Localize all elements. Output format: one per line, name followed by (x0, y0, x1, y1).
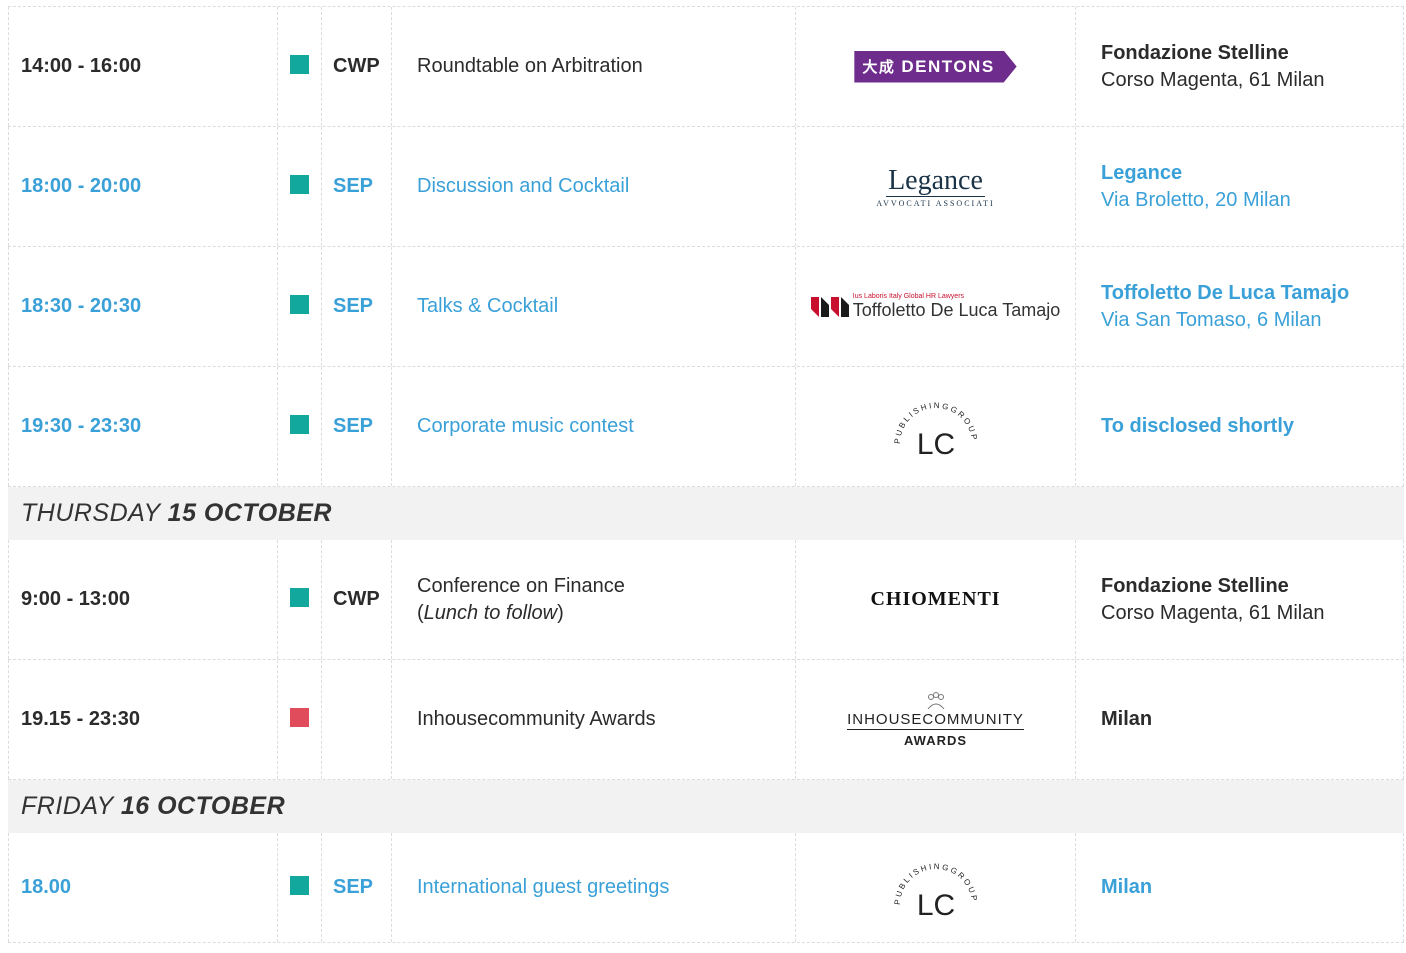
event-time: 19.15 - 23:30 (8, 660, 277, 779)
day-heading-thursday: THURSDAY 15 OCTOBER (8, 487, 1404, 540)
inhousecommunity-logo-text: INHOUSECOMMUNITY (847, 711, 1024, 730)
event-row: 14:00 - 16:00 CWP Roundtable on Arbitrat… (8, 6, 1404, 127)
lc-publishing-logo: PUBLISHINGGROUP LC (892, 400, 976, 461)
dentons-logo-text: DENTONS (901, 56, 995, 76)
venue-address: Corso Magenta, 61 Milan (1101, 601, 1325, 624)
event-title-link[interactable]: International guest greetings (391, 833, 795, 942)
green-square-icon (290, 295, 309, 314)
event-code: CWP (321, 7, 391, 126)
event-title-line2: (Lunch to follow) (417, 600, 564, 627)
awards-logo-text: AWARDS (903, 733, 968, 748)
event-venue[interactable]: Toffoletto De Luca Tamajo Via San Tomaso… (1075, 247, 1404, 366)
event-time[interactable]: 18:00 - 20:00 (8, 127, 277, 246)
event-title: Inhousecommunity Awards (391, 660, 795, 779)
event-title-line1: Conference on Finance (417, 574, 625, 597)
event-title-link[interactable]: Discussion and Cocktail (391, 127, 795, 246)
day-date: 16 OCTOBER (120, 792, 286, 820)
legance-logo: Legance AVVOCATI ASSOCIATI (876, 164, 995, 208)
dentons-logo: 大成 DENTONS (854, 50, 1017, 83)
event-type-marker (277, 833, 321, 942)
legance-logo-text: Legance (886, 164, 985, 197)
event-type-marker (277, 540, 321, 659)
sponsor-logo-cell: Legance AVVOCATI ASSOCIATI (795, 127, 1075, 246)
event-venue[interactable]: To disclosed shortly (1075, 367, 1404, 486)
toffoletto-logo-tagline: Ius Laboris Italy Global HR Lawyers (852, 293, 965, 300)
toffoletto-logo-text: Toffoletto De Luca Tamajo (852, 300, 1061, 320)
legance-logo-sub: AVVOCATI ASSOCIATI (876, 198, 995, 208)
venue-name-link[interactable]: Milan (1101, 874, 1152, 901)
day-weekday: FRIDAY (21, 792, 114, 820)
event-time[interactable]: 18:30 - 20:30 (8, 247, 277, 366)
ius-laboris-mark-icon (810, 296, 849, 317)
event-code[interactable]: SEP (321, 833, 391, 942)
event-title-link[interactable]: Corporate music contest (391, 367, 795, 486)
event-type-marker (277, 247, 321, 366)
sponsor-logo-cell: INHOUSECOMMUNITY AWARDS (795, 660, 1075, 779)
venue-name-link[interactable]: Legance (1101, 160, 1182, 187)
event-venue: Fondazione Stelline Corso Magenta, 61 Mi… (1075, 7, 1404, 126)
event-row: 19.15 - 23:30 Inhousecommunity Awards IN… (8, 660, 1404, 780)
event-time[interactable]: 18.00 (8, 833, 277, 942)
event-type-marker (277, 660, 321, 779)
red-square-icon (290, 708, 309, 727)
green-square-icon (290, 55, 309, 74)
sponsor-logo-cell: Ius Laboris Italy Global HR Lawyers Toff… (795, 247, 1075, 366)
event-venue[interactable]: Milan (1075, 833, 1404, 942)
event-row[interactable]: 18:30 - 20:30 SEP Talks & Cocktail Ius L… (8, 247, 1404, 367)
event-type-marker (277, 7, 321, 126)
chiomenti-logo: CHIOMENTI (870, 588, 1001, 610)
venue-name: Fondazione Stelline (1101, 574, 1289, 597)
event-title-italic: Lunch to follow (423, 601, 558, 624)
venue-name: Milan (1101, 708, 1153, 730)
sponsor-logo-cell: 大成 DENTONS (795, 7, 1075, 126)
dentons-logo-cjk: 大成 (862, 59, 896, 76)
venue-name: Fondazione Stelline (1101, 41, 1289, 64)
event-venue: Milan (1075, 660, 1404, 779)
event-time: 14:00 - 16:00 (8, 7, 277, 126)
venue-address: Corso Magenta, 61 Milan (1101, 68, 1325, 91)
event-row[interactable]: 19:30 - 23:30 SEP Corporate music contes… (8, 367, 1404, 487)
green-square-icon (290, 876, 309, 895)
event-schedule-table: 14:00 - 16:00 CWP Roundtable on Arbitrat… (8, 6, 1404, 943)
event-code (321, 660, 391, 779)
sponsor-logo-cell: PUBLISHINGGROUP LC (795, 367, 1075, 486)
venue-address-link[interactable]: Via Broletto, 20 Milan (1101, 187, 1291, 214)
toffoletto-logo: Ius Laboris Italy Global HR Lawyers Toff… (810, 293, 1061, 320)
event-venue[interactable]: Legance Via Broletto, 20 Milan (1075, 127, 1404, 246)
event-code[interactable]: SEP (321, 127, 391, 246)
paren-close: ) (557, 601, 564, 624)
green-square-icon (290, 588, 309, 607)
event-type-marker (277, 367, 321, 486)
event-code[interactable]: SEP (321, 247, 391, 366)
venue-name-link[interactable]: To disclosed shortly (1101, 413, 1294, 440)
lc-publishing-logo: PUBLISHINGGROUP LC (892, 861, 976, 922)
day-heading-friday: FRIDAY 16 OCTOBER (8, 780, 1404, 833)
event-venue: Fondazione Stelline Corso Magenta, 61 Mi… (1075, 540, 1404, 659)
people-group-icon (927, 692, 944, 710)
day-weekday: THURSDAY (21, 499, 161, 527)
event-title: Roundtable on Arbitration (391, 7, 795, 126)
event-type-marker (277, 127, 321, 246)
green-square-icon (290, 175, 309, 194)
event-code: CWP (321, 540, 391, 659)
event-title: Conference on Finance (Lunch to follow) (391, 540, 795, 659)
venue-name-link[interactable]: Toffoletto De Luca Tamajo (1101, 280, 1349, 307)
sponsor-logo-cell: CHIOMENTI (795, 540, 1075, 659)
lc-logo-letters: LC (916, 889, 954, 922)
event-title-link[interactable]: Talks & Cocktail (391, 247, 795, 366)
inhousecommunity-awards-logo: INHOUSECOMMUNITY AWARDS (847, 691, 1024, 748)
event-row[interactable]: 18.00 SEP International guest greetings … (8, 833, 1404, 943)
paren-open: ( (417, 601, 424, 624)
event-row: 9:00 - 13:00 CWP Conference on Finance (… (8, 540, 1404, 660)
venue-address-link[interactable]: Via San Tomaso, 6 Milan (1101, 307, 1322, 334)
day-date: 15 OCTOBER (167, 499, 332, 527)
event-code[interactable]: SEP (321, 367, 391, 486)
event-time[interactable]: 19:30 - 23:30 (8, 367, 277, 486)
event-time: 9:00 - 13:00 (8, 540, 277, 659)
lc-logo-letters: LC (916, 428, 954, 461)
event-row[interactable]: 18:00 - 20:00 SEP Discussion and Cocktai… (8, 127, 1404, 247)
sponsor-logo-cell: PUBLISHINGGROUP LC (795, 833, 1075, 942)
green-square-icon (290, 415, 309, 434)
